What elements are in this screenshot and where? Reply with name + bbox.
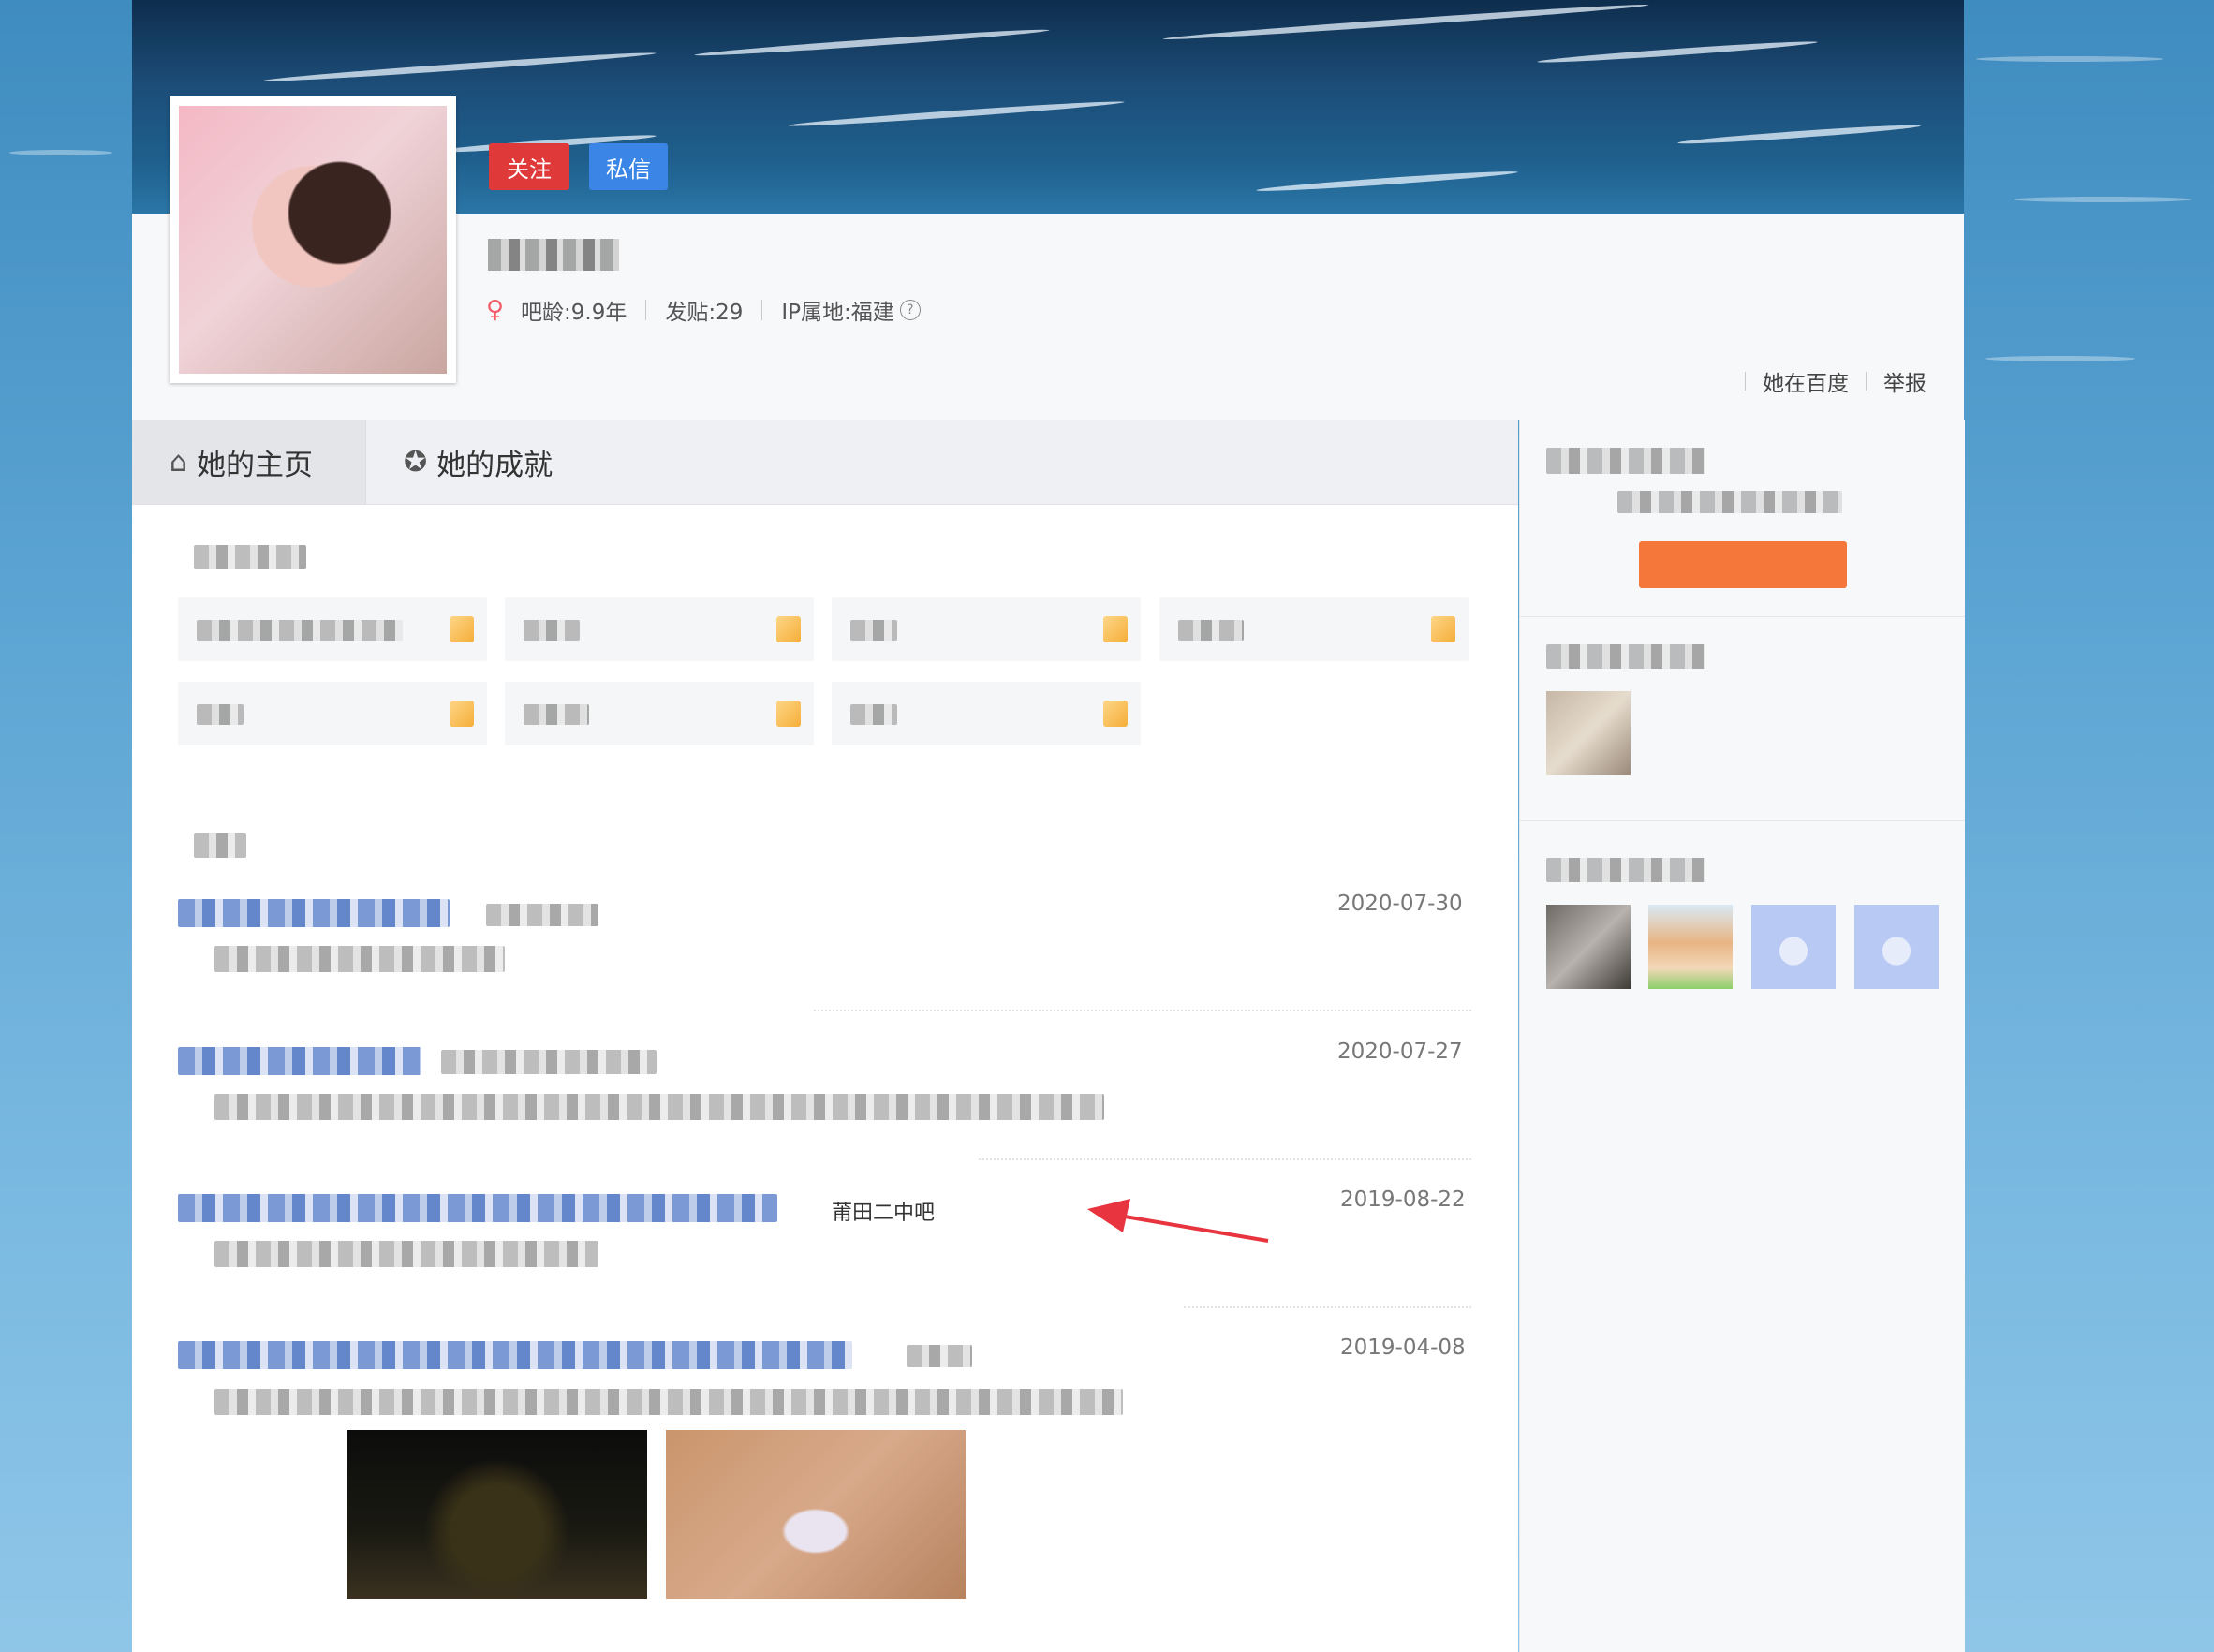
- fan-avatar[interactable]: [1854, 905, 1939, 989]
- fan-avatar[interactable]: [1751, 905, 1836, 989]
- background-wave: [1985, 356, 2135, 361]
- sidebar-block-vip: [1520, 420, 1965, 617]
- background-wave: [2014, 197, 2192, 202]
- sidebar-block-fans: [1520, 820, 1965, 1045]
- sidebar: [1519, 420, 1965, 1652]
- fan-avatar[interactable]: [1546, 905, 1631, 989]
- background-wave: [1976, 56, 2163, 62]
- friend-avatar[interactable]: [1546, 691, 1631, 775]
- sidebar-text-blurred: [1617, 491, 1842, 513]
- sidebar-block-following: [1520, 616, 1965, 821]
- sidebar-heading-blurred: [1546, 858, 1705, 882]
- background-wave: [9, 150, 112, 155]
- fan-avatar[interactable]: [1648, 905, 1733, 989]
- sidebar-heading-blurred: [1546, 448, 1705, 474]
- sidebar-heading-blurred: [1546, 644, 1705, 669]
- sidebar-action-button[interactable]: [1639, 541, 1847, 588]
- profile-page: 关注 私信 ♀ 吧龄:9.9年 发贴:29 IP属地:福建 ? 她在百度 举报 …: [132, 0, 1965, 1652]
